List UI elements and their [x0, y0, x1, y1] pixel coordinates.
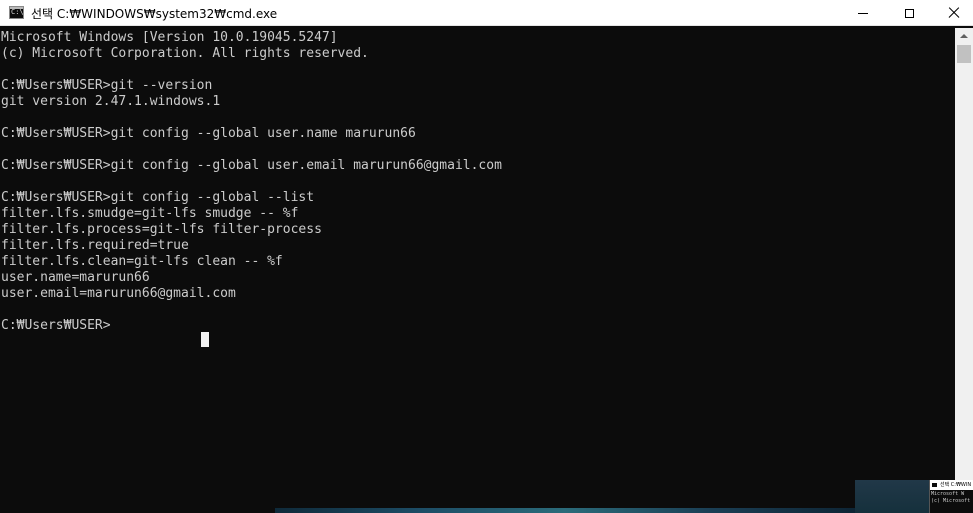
- scroll-up-arrow-icon[interactable]: [960, 34, 968, 38]
- window-title: 선택 C:₩WINDOWS₩system32₩cmd.exe: [31, 7, 278, 21]
- preview-cmd-icon: [932, 483, 937, 487]
- minimize-button[interactable]: [840, 0, 886, 26]
- vertical-scrollbar[interactable]: [955, 28, 973, 480]
- maximize-button[interactable]: [886, 0, 932, 26]
- scrollbar-thumb[interactable]: [957, 45, 971, 63]
- title-bar[interactable]: C:\ 선택 C:₩WINDOWS₩system32₩cmd.exe: [0, 0, 973, 26]
- cmd-icon: C:\: [9, 6, 24, 19]
- text-cursor: [201, 332, 209, 347]
- maximize-icon: [904, 8, 914, 18]
- close-button[interactable]: [931, 0, 973, 26]
- console-area[interactable]: Microsoft Windows [Version 10.0.19045.52…: [0, 28, 955, 508]
- close-icon: [948, 7, 960, 19]
- desktop-background: [275, 508, 855, 513]
- console-output[interactable]: Microsoft Windows [Version 10.0.19045.52…: [1, 30, 502, 334]
- minimize-icon: [858, 12, 868, 14]
- preview-console-text: Microsoft W (c) Microsoft: [931, 491, 971, 504]
- taskbar-window-preview[interactable]: 선택 C:₩WIN Microsoft W (c) Microsoft: [929, 480, 973, 513]
